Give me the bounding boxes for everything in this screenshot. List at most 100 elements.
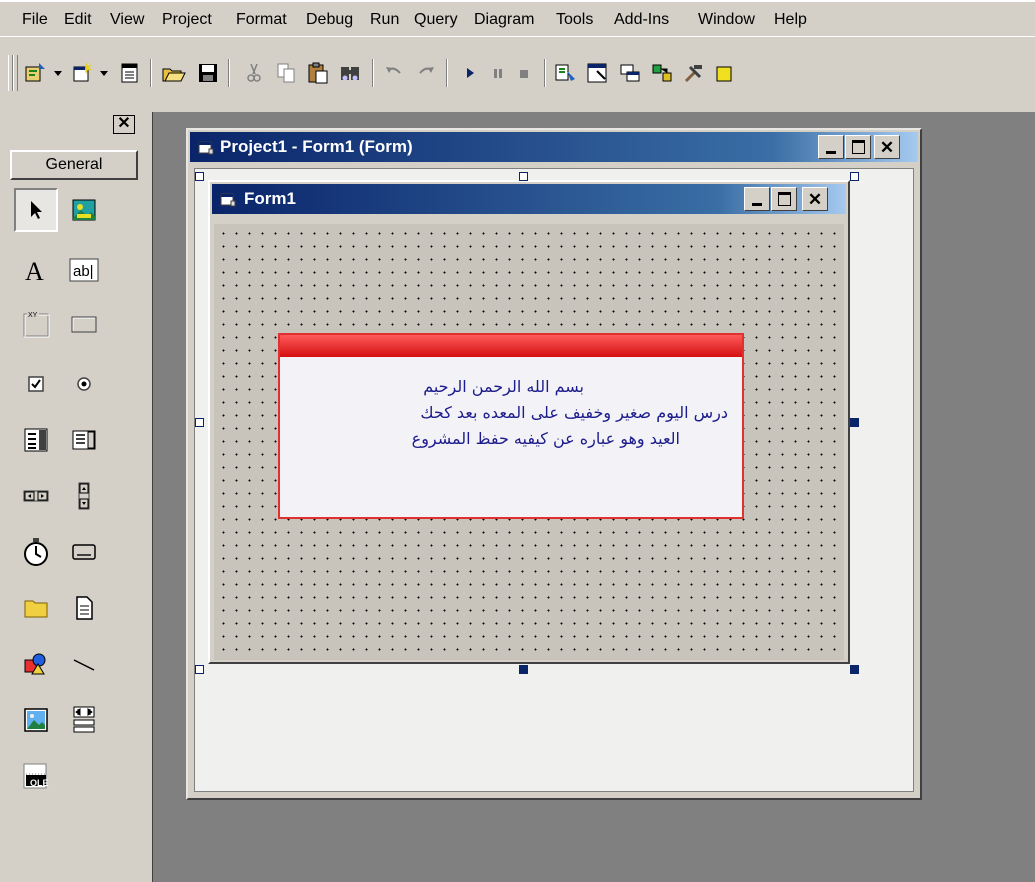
label-tool[interactable]: A	[14, 248, 58, 292]
resize-handle-bottom-left	[195, 665, 204, 674]
menu-debug[interactable]: Debug	[306, 10, 353, 30]
lesson-note-header	[280, 335, 742, 357]
shape-tool[interactable]	[14, 642, 58, 686]
form-window-icon	[198, 141, 214, 155]
line-tool[interactable]	[62, 642, 106, 686]
minimize-icon	[826, 150, 836, 154]
dirlistbox-tool[interactable]	[14, 586, 58, 630]
menu-diagram[interactable]: Diagram	[474, 10, 534, 30]
toolbox-tab-general[interactable]: General	[10, 150, 138, 180]
optionbutton-tool[interactable]	[62, 362, 106, 406]
start-button[interactable]	[456, 59, 484, 87]
menu-help[interactable]: Help	[774, 10, 807, 30]
add-project-button[interactable]	[22, 59, 50, 87]
data-view-button[interactable]	[712, 59, 740, 87]
frame-icon: XY	[23, 311, 50, 338]
menu-addins[interactable]: Add-Ins	[614, 10, 669, 30]
close-icon: ✕	[879, 137, 895, 157]
menu-run[interactable]: Run	[370, 10, 399, 30]
checkbox-tool[interactable]	[14, 362, 58, 406]
note-line-2: درس اليوم صغير وخفيف على المعده بعد كحك	[420, 403, 728, 422]
object-browser-button[interactable]	[648, 59, 676, 87]
resize-handle-top-left	[195, 172, 204, 181]
find-button[interactable]	[336, 59, 364, 87]
svg-text:ab|: ab|	[73, 263, 94, 280]
drivelistbox-icon	[72, 544, 96, 560]
note-line-3: العيد وهو عباره عن كيفيه حفظ المشروع	[411, 429, 680, 448]
vscrollbar-icon	[78, 482, 90, 510]
maximize-icon	[851, 140, 865, 154]
picturebox-tool[interactable]	[62, 188, 106, 232]
listbox-icon	[72, 430, 96, 450]
lesson-note-panel: بسم الله الرحمن الرحيم درس اليوم صغير وخ…	[278, 333, 744, 519]
note-line-1: بسم الله الرحمن الرحيم	[423, 377, 584, 396]
project-explorer-button[interactable]	[552, 59, 580, 87]
add-form-button[interactable]	[68, 59, 96, 87]
resize-handle-bottom-center[interactable]	[519, 665, 528, 674]
commandbutton-tool[interactable]	[62, 302, 106, 346]
image-tool[interactable]	[14, 698, 58, 742]
pointer-tool[interactable]	[14, 188, 58, 232]
textbox-tool[interactable]: ab|	[62, 248, 106, 292]
data-icon	[73, 706, 95, 733]
toolbox-close-button[interactable]: ✕	[113, 115, 135, 134]
listbox-tool[interactable]	[62, 418, 106, 462]
menu-window[interactable]: Window	[698, 10, 755, 30]
combobox-tool[interactable]	[14, 418, 58, 462]
save-project-button[interactable]	[194, 59, 222, 87]
menu-edit[interactable]: Edit	[64, 10, 92, 30]
cut-button[interactable]	[240, 59, 268, 87]
combobox-icon	[24, 428, 48, 452]
timer-tool[interactable]	[14, 530, 58, 574]
label-icon: A	[25, 257, 44, 284]
menu-editor-button[interactable]	[116, 59, 144, 87]
ole-label: OLE	[30, 778, 49, 788]
form-layout-button[interactable]	[616, 59, 644, 87]
close-icon: ✕	[807, 189, 823, 209]
drivelistbox-tool[interactable]	[62, 530, 106, 574]
timer-icon	[24, 538, 48, 566]
toolbox-panel: ✕ General A ab| XY OLE	[8, 112, 144, 882]
form1-titlebar[interactable]: Form1 ✕	[212, 184, 846, 214]
toolbar-separator	[544, 59, 546, 87]
menu-query[interactable]: Query	[414, 10, 458, 30]
properties-window-button[interactable]	[584, 59, 612, 87]
optionbutton-icon	[77, 377, 91, 391]
copy-button[interactable]	[272, 59, 300, 87]
form1-maximize-button[interactable]	[771, 187, 797, 211]
vscrollbar-tool[interactable]	[62, 474, 106, 518]
menu-project[interactable]: Project	[162, 10, 212, 30]
form1-close-button[interactable]: ✕	[802, 187, 828, 211]
form1-minimize-button[interactable]	[744, 187, 770, 211]
paste-button[interactable]	[304, 59, 332, 87]
data-tool[interactable]	[62, 698, 106, 742]
ole-tool[interactable]: OLE	[14, 754, 58, 798]
filelistbox-tool[interactable]	[62, 586, 106, 630]
end-button[interactable]	[510, 59, 538, 87]
menu-format[interactable]: Format	[236, 10, 287, 30]
resize-handle-bottom-right[interactable]	[850, 665, 859, 674]
toolbar-separator	[372, 59, 374, 87]
designer-titlebar[interactable]: Project1 - Form1 (Form) ✕	[190, 132, 918, 162]
break-button[interactable]	[484, 59, 512, 87]
close-button[interactable]: ✕	[874, 135, 900, 159]
hscrollbar-tool[interactable]	[14, 474, 58, 518]
dirlistbox-icon	[24, 600, 48, 618]
frame-tool[interactable]: XY	[14, 302, 58, 346]
undo-button[interactable]	[380, 59, 408, 87]
minimize-button[interactable]	[818, 135, 844, 159]
resize-handle-middle-right[interactable]	[850, 418, 859, 427]
open-project-button[interactable]	[160, 59, 188, 87]
toolbar-grip-2	[13, 55, 18, 91]
maximize-button[interactable]	[845, 135, 871, 159]
menu-view[interactable]: View	[110, 10, 144, 30]
line-icon	[73, 659, 95, 671]
toolbox-button[interactable]	[680, 59, 708, 87]
svg-text:A: A	[25, 257, 44, 284]
menu-tools[interactable]: Tools	[556, 10, 593, 30]
add-project-dropdown-icon[interactable]	[54, 71, 62, 76]
menu-file[interactable]: File	[22, 10, 48, 30]
redo-button[interactable]	[412, 59, 440, 87]
checkbox-icon	[28, 376, 44, 392]
add-form-dropdown-icon[interactable]	[100, 71, 108, 76]
